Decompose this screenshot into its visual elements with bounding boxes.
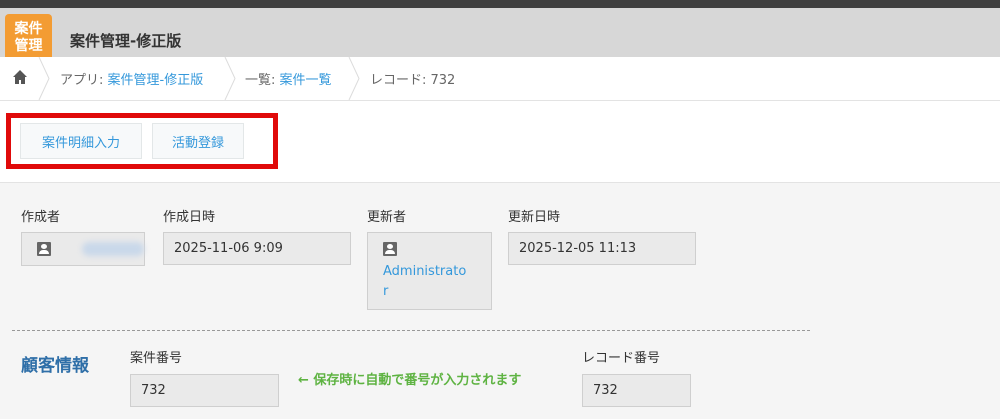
case-number-label: 案件番号 [130, 351, 183, 366]
creator-label: 作成者 [21, 210, 61, 225]
updated-at-label: 更新日時 [508, 210, 561, 225]
updated-at-field: 2025-12-05 11:13 [508, 232, 696, 265]
home-icon[interactable] [12, 68, 28, 86]
breadcrumb-app-prefix: アプリ: [60, 73, 108, 88]
detail-input-button[interactable]: 案件明細入力 [20, 123, 142, 159]
breadcrumb-app-link[interactable]: 案件管理-修正版 [108, 73, 204, 88]
created-at-label: 作成日時 [163, 210, 216, 225]
record-number-value: 732 [593, 383, 618, 398]
updater-field: Administrato r [367, 232, 492, 310]
activity-register-button[interactable]: 活動登録 [152, 123, 244, 159]
app-header: 案件 管理 案件管理-修正版 [0, 8, 1000, 61]
breadcrumb-record: レコード: 732 [370, 73, 456, 88]
breadcrumb: アプリ: 案件管理-修正版 一覧: 案件一覧 レコード: 732 [0, 57, 1000, 101]
created-at-value: 2025-11-06 9:09 [174, 241, 283, 256]
custom-button-area: 案件明細入力 活動登録 [0, 101, 1000, 181]
case-number-value: 732 [141, 383, 166, 398]
section-divider [12, 330, 810, 331]
app-title: 案件管理-修正版 [70, 32, 182, 50]
updater-name-line1: Administrato [383, 264, 467, 279]
updater-link[interactable]: Administrato r [383, 262, 466, 302]
app-icon-text-line2: 管理 [14, 37, 43, 54]
breadcrumb-separator [224, 57, 236, 100]
user-icon [383, 242, 397, 256]
customer-info-heading: 顧客情報 [21, 356, 89, 376]
app-icon-text-line1: 案件 [14, 20, 43, 37]
updated-at-value: 2025-12-05 11:13 [519, 241, 637, 256]
updater-name-line2: r [383, 284, 389, 299]
breadcrumb-list: 一覧: 案件一覧 [245, 69, 332, 88]
user-icon [37, 242, 51, 256]
record-number-label: レコード番号 [582, 351, 661, 366]
case-number-field: 732 [130, 374, 279, 407]
breadcrumb-list-prefix: 一覧: [245, 73, 280, 88]
auto-number-hint: ← 保存時に自動で番号が入力されます [298, 373, 522, 388]
app-icon[interactable]: 案件 管理 [5, 14, 52, 61]
updater-label: 更新者 [367, 210, 407, 225]
breadcrumb-app: アプリ: 案件管理-修正版 [60, 69, 203, 88]
top-bar [0, 0, 1000, 8]
breadcrumb-separator [348, 57, 360, 100]
creator-name-redacted [82, 242, 144, 256]
record-number-field: 732 [582, 374, 691, 407]
created-at-field: 2025-11-06 9:09 [163, 232, 351, 265]
breadcrumb-list-link[interactable]: 案件一覧 [280, 73, 332, 88]
breadcrumb-separator [38, 57, 50, 100]
creator-field [21, 232, 145, 266]
record-form: 作成者 作成日時 2025-11-06 9:09 更新者 Administrat… [0, 182, 1000, 419]
